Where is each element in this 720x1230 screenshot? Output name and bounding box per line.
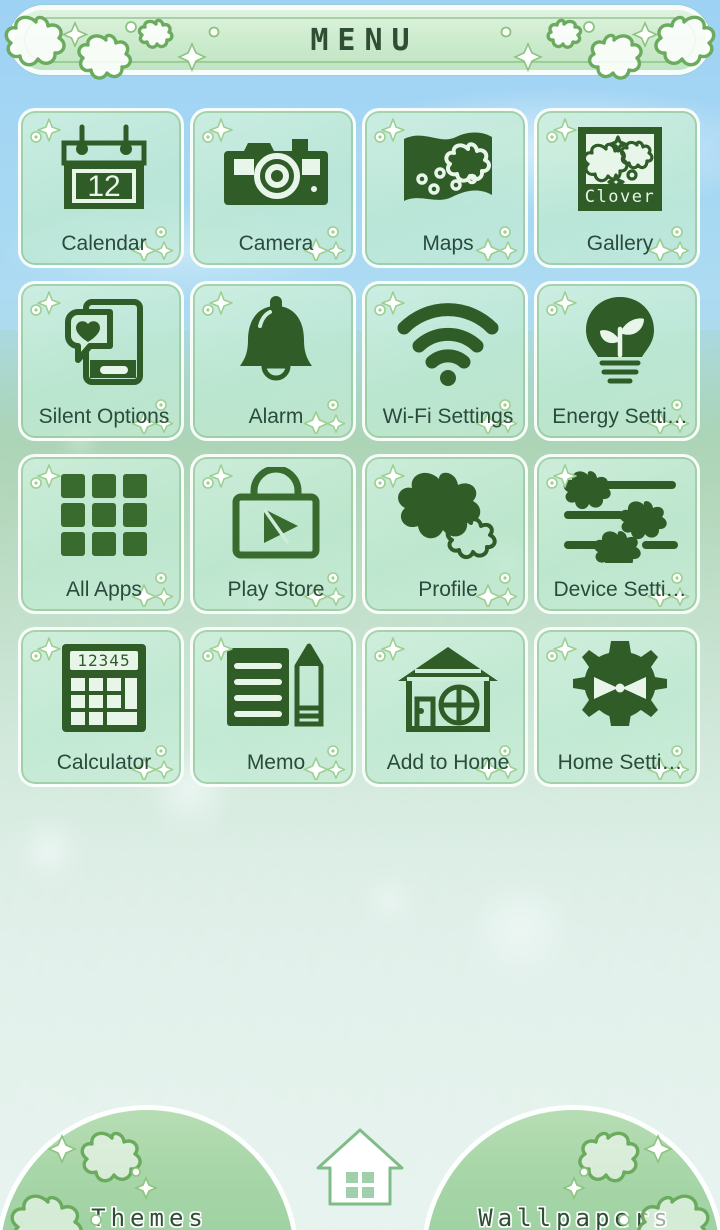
sparkle-icon: [30, 464, 61, 489]
app-grid: 12 Calendar Camera Maps Clover Gallery S…: [18, 108, 702, 787]
tile-sparkle-top-left: [29, 636, 65, 672]
app-tile-profile[interactable]: Profile: [362, 454, 528, 614]
app-tile-wi-fi-settings[interactable]: Wi-Fi Settings: [362, 281, 528, 441]
sparkle-icon: [546, 464, 577, 489]
page-title: MENU: [310, 22, 419, 58]
app-tile-label: Wi-Fi Settings: [382, 405, 514, 428]
app-tile-alarm[interactable]: Alarm: [190, 281, 356, 441]
sparkle-icon: [30, 291, 61, 316]
sparkle-icon: [374, 464, 405, 489]
tile-sparkle-top-left: [373, 636, 409, 672]
menu-header-bar: MENU: [14, 10, 706, 70]
app-tile-add-to-home[interactable]: Add to Home: [362, 627, 528, 787]
sparkle-icon: [202, 118, 233, 143]
tile-sparkle-top-left: [201, 290, 237, 326]
app-tile-label: Silent Options: [38, 405, 170, 428]
sparkle-icon: [30, 637, 61, 662]
app-tile-label: Add to Home: [386, 751, 510, 774]
sparkle-icon: [374, 118, 405, 143]
app-tile-camera[interactable]: Camera: [190, 108, 356, 268]
app-tile-label: Device Setti…: [553, 578, 687, 601]
tile-sparkle-top-left: [373, 463, 409, 499]
sparkle-icon: [202, 464, 233, 489]
app-tile-maps[interactable]: Maps: [362, 108, 528, 268]
sparkle-icon: [546, 291, 577, 316]
tile-sparkle-top-left: [545, 636, 581, 672]
app-tile-silent-options[interactable]: Silent Options: [18, 281, 184, 441]
sparkle-icon: [202, 291, 233, 316]
tile-sparkle-top-left: [201, 463, 237, 499]
app-tile-label: Camera: [238, 232, 314, 255]
app-tile-energy-setti[interactable]: Energy Setti…: [534, 281, 700, 441]
sparkle-icon: [374, 637, 405, 662]
sparkle-icon: [374, 291, 405, 316]
app-tile-all-apps[interactable]: All Apps: [18, 454, 184, 614]
app-tile-label: Profile: [418, 578, 478, 601]
home-button[interactable]: [312, 1124, 408, 1210]
tile-sparkle-top-left: [373, 290, 409, 326]
app-tile-label: Home Setti…: [557, 751, 683, 774]
app-tile-label: Alarm: [248, 405, 304, 428]
app-tile-label: Maps: [422, 232, 474, 255]
sparkle-icon: [546, 637, 577, 662]
app-tile-play-store[interactable]: Play Store: [190, 454, 356, 614]
app-tile-label: Memo: [246, 751, 306, 774]
tile-sparkle-top-left: [201, 636, 237, 672]
sparkle-icon: [202, 637, 233, 662]
svg-text:12: 12: [87, 170, 120, 203]
app-tile-label: Energy Setti…: [552, 405, 688, 428]
tile-sparkle-top-left: [545, 117, 581, 153]
launcher-screen: MENU 12 Calendar Camera Maps Clover Gall…: [0, 0, 720, 1230]
app-tile-label: Play Store: [227, 578, 325, 601]
app-tile-calculator[interactable]: 12345 Calculator: [18, 627, 184, 787]
app-tile-memo[interactable]: Memo: [190, 627, 356, 787]
app-tile-gallery[interactable]: Clover Gallery: [534, 108, 700, 268]
wallpapers-button[interactable]: Wallpapers: [426, 1110, 720, 1230]
themes-button[interactable]: Themes: [0, 1110, 294, 1230]
bottom-dock: Themes Wallpapers: [0, 1110, 720, 1230]
tile-sparkle-top-left: [201, 117, 237, 153]
tile-sparkle-top-left: [373, 117, 409, 153]
app-tile-label: Gallery: [586, 232, 654, 255]
app-tile-label: Calendar: [61, 232, 147, 255]
tile-sparkle-top-left: [29, 290, 65, 326]
sparkle-icon: [30, 118, 61, 143]
tile-sparkle-top-left: [545, 463, 581, 499]
svg-text:12345: 12345: [77, 651, 130, 670]
wallpapers-label: Wallpapers: [478, 1204, 673, 1230]
app-tile-calendar[interactable]: 12 Calendar: [18, 108, 184, 268]
svg-text:Clover: Clover: [585, 187, 655, 207]
app-tile-device-setti[interactable]: Device Setti…: [534, 454, 700, 614]
tile-sparkle-top-left: [29, 463, 65, 499]
tile-sparkle-top-left: [29, 117, 65, 153]
themes-label: Themes: [91, 1204, 208, 1230]
app-tile-label: Calculator: [56, 751, 152, 774]
tile-sparkle-top-left: [545, 290, 581, 326]
app-tile-home-setti[interactable]: Home Setti…: [534, 627, 700, 787]
home-icon: [316, 1128, 404, 1206]
app-tile-label: All Apps: [66, 578, 142, 601]
sparkle-icon: [546, 118, 577, 143]
